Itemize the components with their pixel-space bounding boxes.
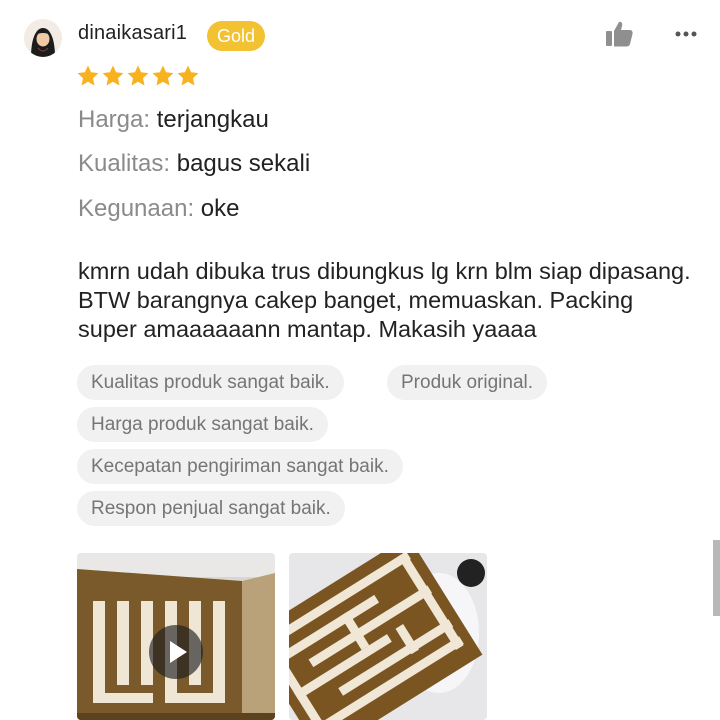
attribute-label: Harga: bbox=[78, 106, 151, 133]
attribute-label: Kualitas: bbox=[78, 150, 171, 177]
avatar[interactable] bbox=[24, 19, 62, 57]
review-tag: Kualitas produk sangat baik. bbox=[77, 365, 344, 400]
member-badge: Gold bbox=[207, 21, 266, 51]
reviewer-username[interactable]: dinaikasari1 bbox=[78, 22, 187, 45]
review-text: kmrn udah dibuka trus dibungkus lg krn b… bbox=[78, 258, 691, 342]
attribute-value: terjangkau bbox=[156, 106, 269, 133]
review-tag: Harga produk sangat baik. bbox=[77, 407, 328, 442]
attribute-kualitas: Kualitas: bagus sekali bbox=[78, 150, 310, 178]
review-tag: Respon penjual sangat baik. bbox=[77, 491, 345, 526]
attribute-label: Kegunaan: bbox=[78, 195, 195, 222]
avatar-image bbox=[24, 19, 62, 57]
review-tag: Produk original. bbox=[387, 365, 548, 400]
play-icon[interactable] bbox=[149, 625, 203, 679]
star-icon bbox=[152, 65, 174, 86]
review-tag: Kecepatan pengiriman sangat baik. bbox=[77, 449, 403, 484]
star-icon bbox=[102, 65, 124, 86]
star-icon bbox=[127, 65, 149, 86]
rating-stars bbox=[76, 64, 200, 88]
attribute-harga: Harga: terjangkau bbox=[78, 106, 269, 134]
scrollbar[interactable] bbox=[713, 540, 720, 616]
attribute-kegunaan: Kegunaan: oke bbox=[78, 195, 239, 223]
thumbs-up-icon[interactable] bbox=[604, 20, 634, 48]
star-icon bbox=[177, 65, 199, 86]
more-options-icon[interactable] bbox=[672, 22, 700, 46]
star-icon bbox=[77, 65, 99, 86]
attribute-value: oke bbox=[200, 195, 240, 222]
review-photo-thumbnail[interactable] bbox=[289, 553, 487, 720]
attribute-value: bagus sekali bbox=[176, 150, 311, 177]
